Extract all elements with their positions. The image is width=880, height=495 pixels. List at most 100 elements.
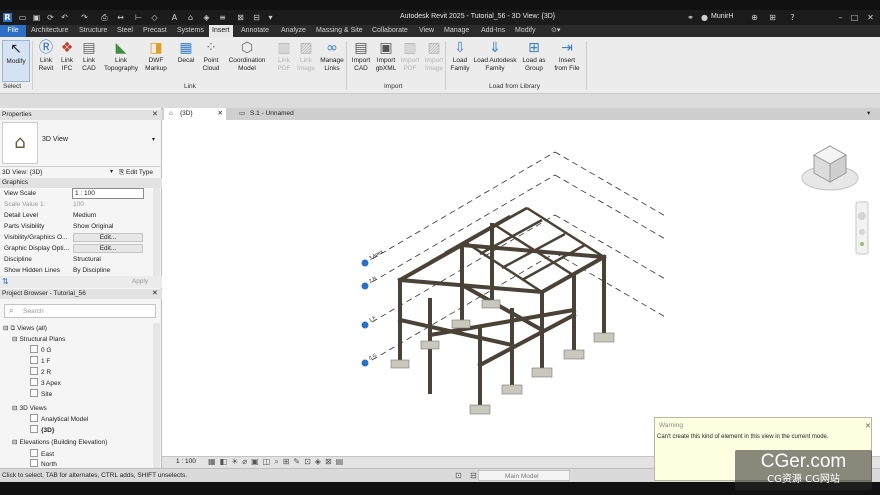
browser-search-field[interactable]: ⌕ Search <box>4 304 156 318</box>
edit-type-button[interactable]: ⎘ Edit Type <box>119 167 153 178</box>
vg-edit-button[interactable]: Edit... <box>73 233 143 242</box>
tabs-menu-icon[interactable]: ▾ <box>865 108 879 120</box>
tab-collaborate[interactable]: Collaborate <box>369 25 411 37</box>
properties-help-icon[interactable]: ⇅ <box>2 277 9 286</box>
collapse-icon[interactable]: ⊟ <box>3 325 8 332</box>
user-name[interactable]: MunirH <box>711 13 734 20</box>
footing[interactable] <box>451 319 471 329</box>
footing[interactable] <box>531 367 553 378</box>
tree-item-view[interactable]: North <box>30 459 57 468</box>
tree-item-view[interactable]: 3 Apex <box>30 378 61 389</box>
tab-massing-site[interactable]: Massing & Site <box>313 25 366 37</box>
view-tab-3d[interactable]: ⌂ {3D} ✕ <box>164 108 226 120</box>
text-icon[interactable]: A <box>170 13 179 22</box>
level-head-icon[interactable] <box>361 282 369 290</box>
link-image-button[interactable]: ▨ Link Image <box>292 40 320 82</box>
3d-view-icon[interactable]: ⌂ <box>186 13 195 22</box>
collaborate-icon[interactable]: ⚭ <box>686 13 695 22</box>
link-topography-button[interactable]: ◣ Link Topography <box>101 40 141 82</box>
tree-node-structural-plans[interactable]: ⊟ Structural Plans <box>12 334 65 345</box>
view-controls-icons[interactable]: ▦◧☀⌀▣◫⌕⊞✎⊡◈⊠▤ <box>208 457 347 467</box>
properties-scrollbar[interactable] <box>153 188 160 276</box>
tree-item-view[interactable]: 0 G <box>30 345 51 356</box>
zoom-icon[interactable] <box>859 229 865 235</box>
property-row[interactable]: Detail Level Medium <box>0 210 152 221</box>
tab-precast[interactable]: Precast <box>140 25 170 37</box>
aligned-dimension-icon[interactable]: ⊢ <box>134 13 143 22</box>
close-hidden-icon[interactable]: ⊠ <box>236 13 245 22</box>
manage-links-button[interactable]: ∞ Manage Links <box>318 40 346 82</box>
minimize-icon[interactable]: – <box>836 13 845 22</box>
decal-button[interactable]: ▦ Decal <box>172 40 200 82</box>
footing[interactable] <box>563 349 585 360</box>
collapse-icon[interactable]: ⊟ <box>12 405 17 412</box>
insert-from-file-button[interactable]: ⇥ Insert from File <box>550 40 584 82</box>
level-head-icon[interactable] <box>361 359 369 367</box>
undo-icon[interactable]: ↶ <box>60 13 69 22</box>
tree-node-3d-views[interactable]: ⊟ 3D Views <box>12 403 47 414</box>
navigation-bar[interactable] <box>855 201 869 255</box>
tree-node-views[interactable]: ⊟ ⧉ Views (all) <box>3 323 47 334</box>
load-family-button[interactable]: ⇩ Load Family <box>446 40 474 82</box>
tab-insert[interactable]: Insert <box>209 25 233 37</box>
footing[interactable] <box>481 299 501 309</box>
tree-node-elevations[interactable]: ⊟ Elevations (Building Elevation) <box>12 437 107 448</box>
graphic-display-edit-button[interactable]: Edit... <box>73 244 143 253</box>
section-graphics[interactable]: Graphics <box>0 178 162 188</box>
footing[interactable] <box>469 404 491 415</box>
property-row[interactable]: Show Hidden Lines By Discipline <box>0 265 152 276</box>
level-head-icon[interactable] <box>361 321 369 329</box>
property-row[interactable]: Discipline Structural <box>0 254 152 265</box>
property-row[interactable]: Parts Visibility Show Original <box>0 221 152 232</box>
group-select-label[interactable]: Select <box>3 83 21 90</box>
property-row[interactable]: View Scale 1 : 100 <box>0 188 152 199</box>
viewcube[interactable] <box>801 145 859 191</box>
measure-icon[interactable]: ↔ <box>116 13 125 22</box>
maximize-icon[interactable]: □ <box>850 13 859 22</box>
footing[interactable] <box>420 340 440 350</box>
apply-button[interactable]: Apply <box>122 276 158 287</box>
tab-modify[interactable]: Modify <box>512 25 539 37</box>
revit-logo-icon[interactable]: R <box>3 13 12 22</box>
active-model-selector[interactable]: Main Model <box>478 470 570 481</box>
redo-icon[interactable]: ↷ <box>80 13 89 22</box>
foundations[interactable] <box>390 299 615 415</box>
ribbon-options-icon[interactable]: ⊙▾ <box>548 25 563 37</box>
autodesk-app-icon[interactable]: ⊞ <box>768 13 777 22</box>
tree-item-view[interactable]: 2 R <box>30 367 51 378</box>
tag-icon[interactable]: ◇ <box>150 13 159 22</box>
load-autodesk-family-button[interactable]: ⇓ Load Autodesk Family <box>472 40 518 82</box>
tree-item-view-active[interactable]: {3D} <box>30 425 54 436</box>
modify-button[interactable]: ↖ Modify <box>2 40 30 82</box>
level-head-icon[interactable] <box>361 259 369 267</box>
tab-manage[interactable]: Manage <box>441 25 472 37</box>
point-cloud-button[interactable]: ⁘ Point Cloud <box>197 40 225 82</box>
steering-wheel-icon[interactable] <box>858 212 866 220</box>
print-icon[interactable]: ⎙ <box>100 13 109 22</box>
close-icon[interactable]: ✕ <box>866 13 875 22</box>
dropdown-icon[interactable]: ▾ <box>266 13 275 22</box>
close-tab-icon[interactable]: ✕ <box>218 108 223 120</box>
user-icon[interactable]: ● <box>700 13 709 22</box>
import-image-button[interactable]: ▨ Import Image <box>420 40 448 82</box>
tab-add-ins[interactable]: Add-Ins <box>478 25 508 37</box>
tab-file[interactable]: File <box>0 25 26 37</box>
sync-icon[interactable]: ⟳ <box>46 13 55 22</box>
browser-scrollbar[interactable] <box>153 323 160 469</box>
chevron-down-icon[interactable]: ▾ <box>110 167 113 178</box>
instance-filter[interactable]: 3D View: {3D} <box>2 167 42 178</box>
link-cad-button[interactable]: ▤ Link CAD <box>75 40 103 82</box>
cart-icon[interactable]: ⊕ <box>750 13 759 22</box>
close-icon[interactable]: ✕ <box>865 422 871 430</box>
save-icon[interactable]: ▣ <box>32 13 41 22</box>
tree-item-view[interactable]: Analytical Model <box>30 414 88 425</box>
collapse-icon[interactable]: ⊟ <box>12 336 17 343</box>
view-scale[interactable]: 1 : 100 <box>176 458 196 465</box>
view-scale-input[interactable]: 1 : 100 <box>72 188 144 199</box>
type-selector[interactable]: 3D View <box>42 136 68 143</box>
chevron-down-icon[interactable]: ▾ <box>152 136 155 143</box>
tab-architecture[interactable]: Architecture <box>28 25 71 37</box>
help-icon[interactable]: ? <box>788 13 797 22</box>
view-tab-sheet[interactable]: ▭ S.1 - Unnamed <box>234 108 314 120</box>
footing[interactable] <box>501 384 523 395</box>
